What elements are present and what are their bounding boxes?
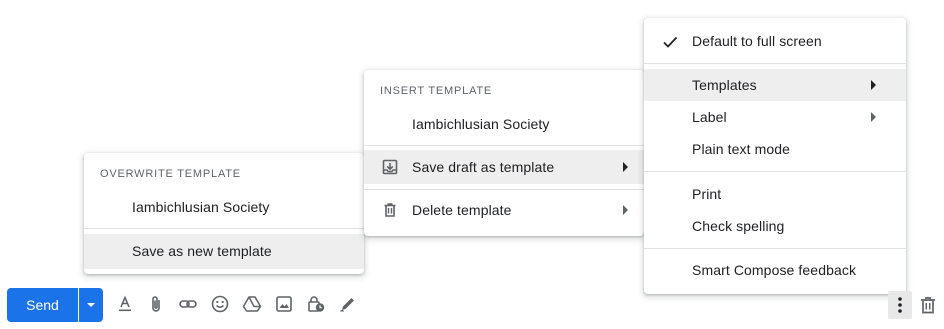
- insert-template-item-iambichlusian[interactable]: Iambichlusian Society: [364, 108, 644, 140]
- plain-text-mode-item[interactable]: Plain text mode: [644, 133, 906, 165]
- drive-icon[interactable]: [242, 294, 262, 314]
- save-draft-as-template-label: Save draft as template: [412, 159, 555, 175]
- overwrite-template-item-iambichlusian[interactable]: Iambichlusian Society: [84, 191, 364, 223]
- label-label: Label: [692, 109, 727, 125]
- lock-clock-icon[interactable]: [306, 294, 326, 314]
- chevron-right-icon: [871, 112, 876, 122]
- save-as-new-template-item[interactable]: Save as new template: [84, 234, 364, 269]
- save-to-template-icon: [382, 159, 398, 175]
- more-vert-icon: [898, 297, 902, 313]
- templates-submenu: INSERT TEMPLATE Iambichlusian Society Sa…: [364, 70, 644, 236]
- trash-icon[interactable]: [918, 295, 938, 315]
- check-spelling-item[interactable]: Check spelling: [644, 210, 906, 242]
- templates-label: Templates: [692, 77, 757, 93]
- check-icon: [663, 36, 678, 48]
- print-item[interactable]: Print: [644, 178, 906, 210]
- chevron-right-icon: [623, 162, 628, 172]
- send-options-button[interactable]: [79, 288, 103, 322]
- menu-divider: [84, 228, 364, 229]
- delete-template-label: Delete template: [412, 202, 512, 218]
- chevron-down-icon: [87, 303, 95, 307]
- menu-divider: [364, 189, 644, 190]
- trash-icon: [384, 203, 396, 217]
- default-full-screen-label: Default to full screen: [692, 33, 822, 49]
- templates-item[interactable]: Templates: [644, 69, 906, 101]
- default-full-screen-item[interactable]: Default to full screen: [644, 25, 906, 57]
- menu-divider: [364, 145, 644, 146]
- insert-template-header: INSERT TEMPLATE: [380, 85, 493, 97]
- smart-compose-feedback-item[interactable]: Smart Compose feedback: [644, 254, 906, 286]
- label-item[interactable]: Label: [644, 101, 906, 133]
- menu-divider: [644, 63, 906, 64]
- chevron-right-icon: [871, 80, 876, 90]
- send-button[interactable]: Send: [7, 288, 78, 322]
- menu-divider: [644, 248, 906, 249]
- save-draft-as-template-item[interactable]: Save draft as template: [364, 150, 644, 184]
- link-icon[interactable]: [178, 294, 198, 314]
- chevron-right-icon: [623, 205, 628, 215]
- overwrite-template-menu: OVERWRITE TEMPLATE Iambichlusian Society…: [84, 153, 364, 274]
- signature-pen-icon[interactable]: [338, 294, 358, 314]
- attach-icon[interactable]: [146, 294, 166, 314]
- delete-template-item[interactable]: Delete template: [364, 194, 644, 226]
- overwrite-template-header: OVERWRITE TEMPLATE: [100, 168, 241, 180]
- photo-icon[interactable]: [274, 294, 294, 314]
- compose-window: OVERWRITE TEMPLATE Iambichlusian Society…: [0, 0, 944, 329]
- more-options-button[interactable]: [888, 291, 912, 319]
- text-format-icon[interactable]: [115, 294, 135, 314]
- menu-divider: [644, 171, 906, 172]
- emoji-icon[interactable]: [210, 294, 230, 314]
- more-options-menu: Default to full screen Templates Label P…: [644, 18, 906, 294]
